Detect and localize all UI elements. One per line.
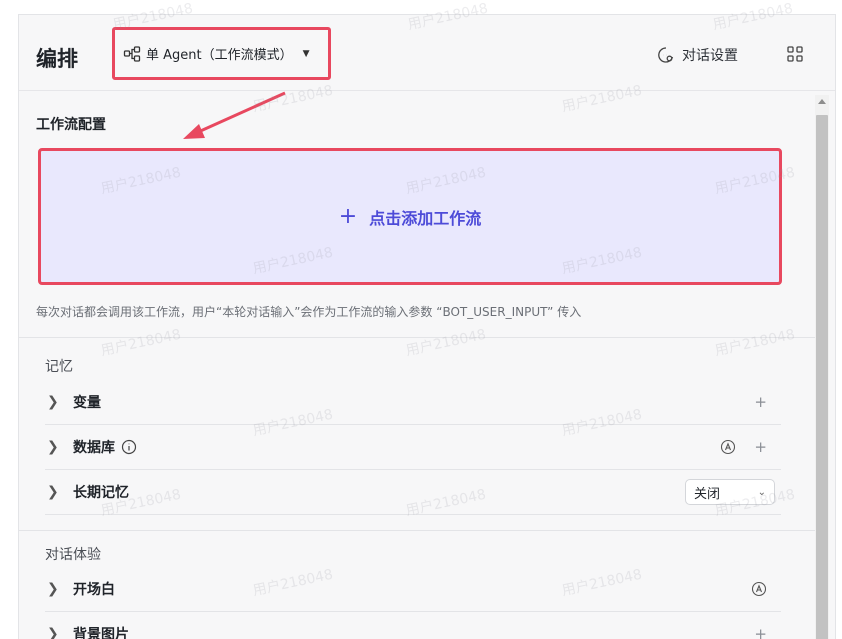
row-label: 变量	[73, 395, 101, 411]
scrollbar-thumb[interactable]	[816, 115, 828, 639]
chat-settings-label: 对话设置	[682, 48, 738, 64]
row-label: 开场白	[73, 582, 115, 598]
auto-mode-icon[interactable]	[751, 581, 767, 597]
experience-item-opening[interactable]: ❯ 开场白	[45, 567, 781, 612]
chevron-right-icon: ❯	[47, 626, 59, 639]
row-label: 长期记忆	[73, 485, 129, 501]
chevron-right-icon: ❯	[47, 581, 59, 597]
add-database-icon[interactable]: +	[754, 438, 767, 456]
chevron-right-icon: ❯	[47, 394, 59, 410]
workflow-hint: 每次对话都会调用该工作流，用户“本轮对话输入”会作为工作流的输入参数 “BOT_…	[36, 305, 582, 319]
agent-mode-dropdown[interactable]: 单 Agent（工作流模式） ▼	[112, 27, 331, 80]
page-title: 编排	[36, 47, 78, 71]
panel-header: 编排 单 Agent（工作流模式） ▼ 对话设置	[19, 15, 835, 91]
chevron-right-icon: ❯	[47, 484, 59, 500]
scroll-up-icon[interactable]	[818, 99, 826, 104]
row-label: 数据库	[73, 440, 115, 456]
memory-item-database[interactable]: ❯ 数据库 +	[45, 425, 781, 470]
workflow-section-title: 工作流配置	[36, 117, 106, 133]
auto-mode-icon[interactable]	[720, 439, 736, 455]
add-background-icon[interactable]: +	[754, 625, 767, 639]
memory-group-title: 记忆	[45, 359, 73, 375]
orchestration-panel: 编排 单 Agent（工作流模式） ▼ 对话设置 工作流配置 + 点击添加工作流…	[18, 14, 836, 639]
chat-settings-button[interactable]: 对话设置	[657, 45, 738, 65]
memory-item-variables[interactable]: ❯ 变量 +	[45, 380, 781, 425]
scrollbar[interactable]	[815, 95, 829, 639]
experience-item-background[interactable]: ❯ 背景图片 +	[45, 612, 781, 639]
add-variable-icon[interactable]: +	[754, 393, 767, 411]
experience-group-title: 对话体验	[45, 547, 101, 563]
select-value: 关闭	[694, 486, 721, 502]
layout-grid-icon[interactable]	[786, 45, 804, 63]
row-label: 背景图片	[73, 627, 129, 639]
panel-content: 工作流配置 + 点击添加工作流 每次对话都会调用该工作流，用户“本轮对话输入”会…	[19, 92, 819, 639]
divider	[19, 337, 815, 338]
chevron-right-icon: ❯	[47, 439, 59, 455]
info-icon[interactable]	[121, 439, 137, 455]
plus-icon: +	[338, 203, 358, 229]
workflow-nodes-icon	[123, 45, 141, 63]
agent-mode-label: 单 Agent（工作流模式）	[146, 48, 293, 63]
add-workflow-label: 点击添加工作流	[369, 208, 482, 228]
memory-item-long-term[interactable]: ❯ 长期记忆 关闭 ⌄	[45, 470, 781, 515]
chevron-down-icon: ⌄	[757, 486, 766, 498]
chat-settings-icon	[657, 46, 675, 64]
caret-down-icon: ▼	[302, 48, 310, 59]
add-workflow-button[interactable]: + 点击添加工作流	[38, 148, 782, 285]
long-term-memory-select[interactable]: 关闭 ⌄	[685, 479, 775, 505]
divider	[19, 530, 815, 531]
